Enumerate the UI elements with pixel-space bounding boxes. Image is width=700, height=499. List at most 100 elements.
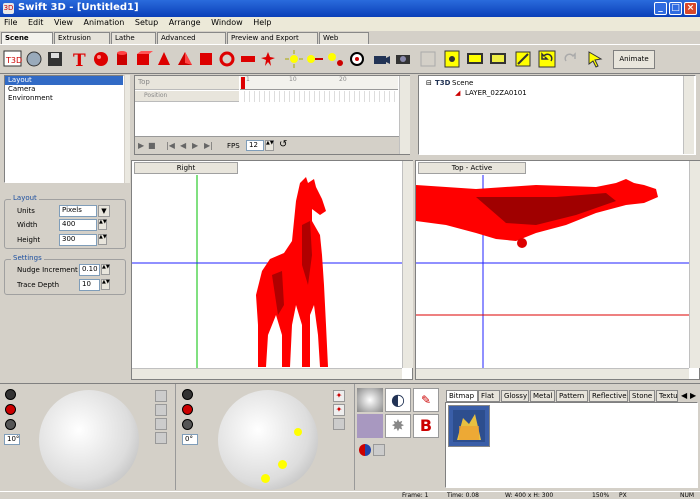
close-button[interactable]: × [684,2,697,15]
tab-stone[interactable]: Stone [629,390,655,402]
viewport-right-vscroll[interactable] [402,161,413,368]
tube-primitive-icon[interactable] [238,49,258,69]
list-item-layout[interactable]: Layout [5,76,123,85]
text-tool-icon[interactable]: T3D [3,49,23,69]
light-remove-icon[interactable] [182,419,193,430]
fps-input[interactable]: 12 [246,140,264,151]
sphere-primitive-icon[interactable] [91,49,111,69]
tab-glossy[interactable]: Glossy [501,390,529,402]
tab-lathe-editor[interactable]: Lathe Editor [111,32,156,53]
tab-pattern[interactable]: Pattern [556,390,588,402]
viewport-flat-icon[interactable] [488,49,508,69]
viewport-top-hscroll[interactable] [416,368,689,379]
camera-front-icon[interactable] [393,49,413,69]
tab-advanced-modeler[interactable]: Advanced Modeler [157,32,226,53]
timeline-ruler[interactable]: 1 10 20 [240,76,398,90]
tab-scroll-left-icon[interactable]: ◀ [681,391,687,400]
timeline-scrollbar[interactable] [399,76,410,154]
width-spinner[interactable]: ▲▼ [98,219,107,230]
tab-preview-export-editor[interactable]: Preview and Export Editor [227,32,318,53]
menu-window[interactable]: Window [207,17,247,28]
menu-file[interactable]: File [0,17,21,28]
material-swatch[interactable] [357,414,383,438]
light-marker[interactable] [261,474,270,483]
material-swatch[interactable]: ✎ [413,388,439,412]
timeline-track-top[interactable]: Top [135,76,239,90]
star-primitive-icon[interactable] [258,49,278,69]
tab-flat[interactable]: Flat [478,390,500,402]
cylinder-primitive-icon[interactable] [112,49,132,69]
tab-extrusion-editor[interactable]: Extrusion Editor [54,32,110,53]
height-input[interactable]: 300 [59,234,97,246]
spot-light-icon[interactable] [305,49,325,69]
light-color-icon[interactable] [182,404,193,415]
tree-scrollbar[interactable] [683,76,694,154]
material-grid-icon[interactable] [373,444,385,456]
cube-primitive-icon[interactable] [133,49,153,69]
pyramid-primitive-icon[interactable] [175,49,195,69]
material-swatch[interactable] [357,388,383,412]
height-spinner[interactable]: ▲▼ [98,234,107,245]
pointer-tool-icon[interactable] [585,49,605,69]
units-select[interactable]: Pixels [59,205,97,217]
menu-animation[interactable]: Animation [80,17,129,28]
loop-icon[interactable]: ↺ [279,139,287,150]
width-input[interactable]: 400 [59,219,97,231]
cone-primitive-icon[interactable] [154,49,174,69]
tree-item-layer[interactable]: LAYER_02ZA0101 [465,89,527,97]
maximize-button[interactable]: □ [669,2,682,15]
splitter[interactable] [125,75,130,183]
last-frame-icon[interactable]: ▶| [204,141,213,150]
trackball-sphere-left[interactable] [39,390,139,490]
material-swatch[interactable]: ◐ [385,388,411,412]
light-tool-icon[interactable] [155,418,167,430]
tab-scroll-right-icon[interactable]: ▶ [690,391,696,400]
tab-reflective[interactable]: Reflective [589,390,628,402]
menu-view[interactable]: View [50,17,77,28]
light-tool-icon[interactable] [155,404,167,416]
tab-metal[interactable]: Metal [530,390,555,402]
light-tool-icon[interactable]: ✦ [333,404,345,416]
save-icon[interactable] [45,49,65,69]
menu-setup[interactable]: Setup [131,17,162,28]
stop-icon[interactable]: ■ [148,141,156,150]
light-tool-icon[interactable]: ✦ [333,390,345,402]
light-add-icon[interactable] [5,389,16,400]
group-icon[interactable] [418,49,438,69]
zoom-fit-icon[interactable] [442,49,462,69]
light-marker[interactable] [278,460,287,469]
viewport-right-hscroll[interactable] [132,368,402,379]
viewport-screen-icon[interactable] [465,49,485,69]
play-icon[interactable]: ▶ [138,141,144,150]
animate-button[interactable]: Animate [613,50,655,69]
light-color-icon[interactable] [5,404,16,415]
light-tool-icon[interactable] [155,390,167,402]
viewport-top[interactable]: Top - Active [415,160,700,380]
omni-light-icon[interactable] [284,49,304,69]
list-item-environment[interactable]: Environment [5,94,123,103]
light-remove-icon[interactable] [5,419,16,430]
camera-target-icon[interactable] [347,49,367,69]
next-frame-icon[interactable]: ▶ [192,141,198,150]
torus-primitive-icon[interactable] [217,49,237,69]
tab-scene-editor[interactable]: Scene Editor [1,32,53,53]
tab-textures[interactable]: Textu [656,390,678,402]
redo-icon[interactable] [560,49,580,69]
prev-frame-icon[interactable]: ◀ [180,141,186,150]
text-primitive-icon[interactable]: T [70,49,90,71]
lathe-tool-icon[interactable] [24,49,44,69]
list-item-camera[interactable]: Camera [5,85,123,94]
plane-primitive-icon[interactable] [196,49,216,69]
viewport-right[interactable]: Right [131,160,413,380]
light-angle-left[interactable]: 10° [4,434,20,445]
light-tool-icon[interactable] [333,418,345,430]
target-light-icon[interactable] [326,49,346,69]
first-frame-icon[interactable]: |◀ [166,141,175,150]
undo-icon[interactable] [537,49,557,69]
tree-item-scene[interactable]: Scene [452,79,473,87]
minimize-button[interactable]: _ [654,2,667,15]
tree-collapse-icon[interactable]: ⊟ [426,79,432,87]
chevron-down-icon[interactable]: ▼ [98,205,110,217]
nudge-input[interactable]: 0.10 [79,264,100,276]
material-apply-icon[interactable] [359,444,371,456]
